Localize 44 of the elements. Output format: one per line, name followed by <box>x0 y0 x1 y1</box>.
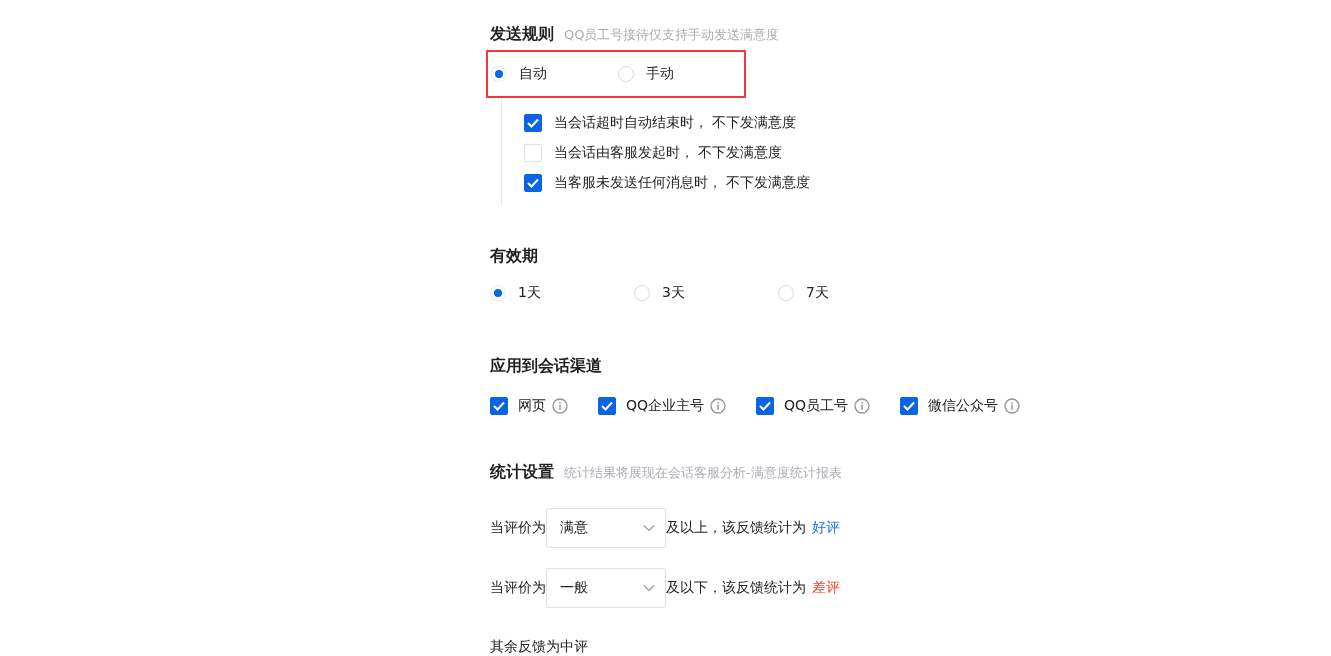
checkbox-label[interactable]: 当客服未发送任何消息时， 不下发满意度 <box>554 174 811 192</box>
section-title: 发送规则 <box>490 24 554 45</box>
info-icon[interactable] <box>1004 398 1021 414</box>
result-label: 好评 <box>812 519 840 537</box>
rule-text: 及以下，该反馈统计为 <box>666 579 806 597</box>
info-icon[interactable] <box>710 398 727 414</box>
radio-label[interactable]: 自动 <box>519 65 547 83</box>
checkbox[interactable] <box>490 397 508 415</box>
rating-select[interactable]: 满意 <box>546 508 666 548</box>
checkbox-label[interactable]: 网页 <box>518 397 546 415</box>
chevron-down-icon <box>643 584 655 592</box>
rule-text: 当评价为 <box>490 579 546 597</box>
checkbox[interactable] <box>900 397 919 415</box>
radio-button[interactable] <box>634 285 650 301</box>
chevron-down-icon <box>643 524 655 532</box>
rule-text: 当评价为 <box>490 519 546 537</box>
checkbox[interactable] <box>524 114 542 132</box>
info-icon[interactable] <box>854 398 871 414</box>
radio-label[interactable]: 3天 <box>662 284 685 302</box>
section-hint: QQ员工号接待仅支持手动发送满意度 <box>564 26 780 44</box>
rating-select[interactable]: 一般 <box>546 568 666 608</box>
checkbox-label[interactable]: 微信公众号 <box>928 397 999 415</box>
checkbox[interactable] <box>756 397 775 415</box>
info-icon[interactable] <box>552 398 568 414</box>
result-label: 差评 <box>812 579 840 597</box>
rule-text: 及以上，该反馈统计为 <box>666 519 806 537</box>
radio-label[interactable]: 手动 <box>645 65 674 83</box>
checkbox-label[interactable]: QQ员工号 <box>784 397 849 415</box>
checkbox[interactable] <box>524 174 542 192</box>
radio-button[interactable] <box>490 285 506 301</box>
checkbox-label[interactable]: 当会话由客服发起时， 不下发满意度 <box>554 144 783 162</box>
checkbox-label[interactable]: 当会话超时自动结束时， 不下发满意度 <box>554 114 797 132</box>
section-title: 统计设置 <box>490 462 554 483</box>
section-title: 应用到会话渠道 <box>490 356 602 377</box>
radio-button[interactable] <box>778 285 794 301</box>
radio-label[interactable]: 7天 <box>806 284 829 302</box>
checkbox-label[interactable]: QQ企业主号 <box>626 397 705 415</box>
checkbox[interactable] <box>598 397 616 415</box>
note-text: 其余反馈为中评 <box>490 638 589 656</box>
radio-label[interactable]: 1天 <box>518 284 541 302</box>
section-hint: 统计结果将展现在会话客服分析-满意度统计报表 <box>564 464 842 482</box>
radio-button[interactable] <box>491 66 507 82</box>
section-title: 有效期 <box>490 246 538 267</box>
radio-button[interactable] <box>617 66 634 82</box>
